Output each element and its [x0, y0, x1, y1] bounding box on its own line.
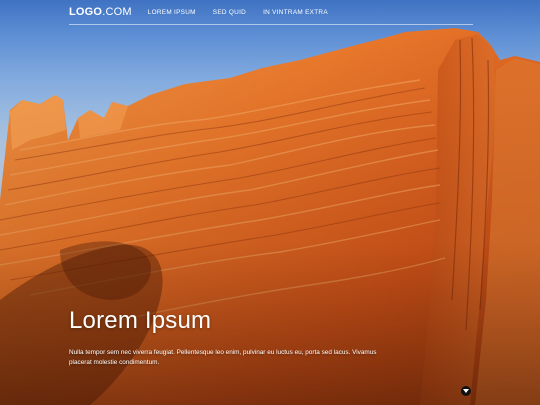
scroll-down-button[interactable]: [461, 386, 471, 396]
hero-text: Nulla tempor sem nec viverra feugiat. Pe…: [69, 349, 377, 366]
nav-item-sed-quid[interactable]: SED QUID: [213, 9, 246, 16]
hero-title: Lorem Ipsum: [69, 307, 212, 334]
nav-item-in-vintram-extra[interactable]: IN VINTRAM EXTRA: [263, 9, 328, 16]
nav-item-lorem-ipsum[interactable]: LOREM IPSUM: [148, 9, 196, 16]
page: LOGO.COM LOREM IPSUM SED QUID IN VINTRAM…: [0, 0, 540, 405]
hero-background-image: [0, 0, 540, 405]
logo-text-light: .COM: [102, 6, 132, 18]
top-navigation: LOGO.COM LOREM IPSUM SED QUID IN VINTRAM…: [69, 0, 473, 25]
logo-text-bold: LOGO: [69, 6, 103, 18]
logo[interactable]: LOGO.COM: [69, 6, 132, 18]
chevron-down-icon: [463, 389, 469, 393]
